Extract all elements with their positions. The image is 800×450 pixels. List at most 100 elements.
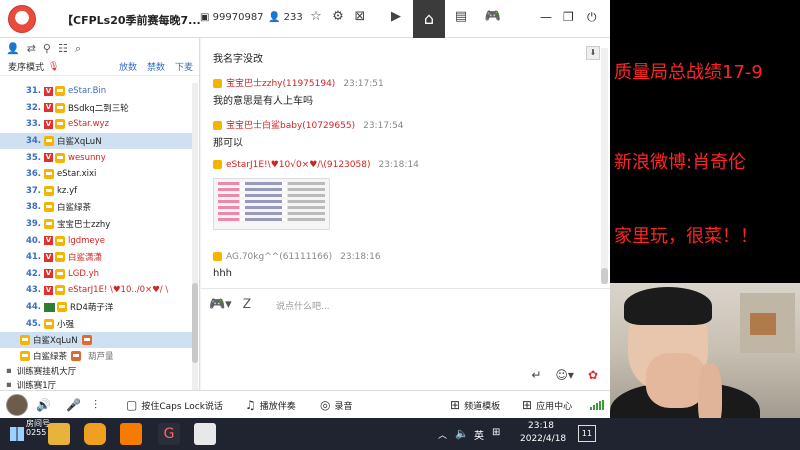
minimize-icon[interactable]: — <box>540 10 552 24</box>
chat-input-field[interactable]: 说点什么吧... <box>276 299 330 312</box>
member-crown-icon <box>55 268 65 279</box>
chat-message-text: 我的意思是有人上车吗 <box>213 96 313 107</box>
overlay-comment-text: 家里玩，很菜！！ <box>614 226 758 247</box>
settings-icon[interactable]: ⚙ <box>328 9 348 24</box>
ime-mode-icon[interactable]: ⊞ <box>492 427 500 438</box>
ime-indicator[interactable]: 英 <box>474 427 484 442</box>
music-label: 播放伴奏 <box>259 401 296 412</box>
flower-gift-icon[interactable]: ✿ <box>588 368 598 382</box>
release-mic-link[interactable]: 放数 <box>119 60 137 73</box>
mic-queue-item[interactable]: 36. eStar.xixi <box>0 166 192 183</box>
gamepad-icon[interactable]: 🎮 <box>483 9 503 24</box>
mic-queue-item[interactable]: 43. VeStarJ1E! \♥10../0×♥/ \ <box>0 282 192 299</box>
member-crown-icon <box>55 119 65 130</box>
windows-start-icon[interactable] <box>10 427 24 441</box>
scroll-down-icon[interactable]: ⬇ <box>586 46 600 60</box>
volume-icon[interactable]: 🔈 <box>455 427 469 440</box>
home-icon[interactable]: ⌂ <box>413 0 445 38</box>
mic-queue-item[interactable]: 34. 白鲨XqLuN <box>0 132 192 150</box>
caps-lock-talk-button[interactable]: ▢ 按住Caps Lock说话 <box>126 398 223 412</box>
emoji-icon[interactable]: ☺▾ <box>555 368 574 382</box>
queue-number: 39. <box>25 219 41 230</box>
gamepad-emoji-icon[interactable]: 🎮▾ <box>209 297 232 312</box>
queue-user-name: eStar.xixi <box>57 169 97 180</box>
file-explorer-icon[interactable] <box>48 423 70 445</box>
leave-mic-link[interactable]: 下麦 <box>175 60 193 73</box>
queue-user-name: kz.yf <box>57 185 78 196</box>
mic-queue-item[interactable]: 39. 宝宝巴士zzhy <box>0 216 192 233</box>
member-crown-icon <box>55 252 65 263</box>
chat-image-thumbnail[interactable] <box>213 178 330 230</box>
mic-queue-item[interactable]: 38. 白鲨绿茶 <box>0 199 192 216</box>
queue-user-name: BSdkq二到三轮 <box>68 103 129 114</box>
chat-scrollbar[interactable] <box>601 48 608 284</box>
notification-center-icon[interactable]: 11 <box>578 425 596 442</box>
play-music-button[interactable]: ♫ 播放伴奏 <box>245 398 296 412</box>
mixer-icon[interactable]: ⫶ <box>94 398 97 413</box>
channel-user-item[interactable]: 白鲨XqLuN <box>0 331 192 348</box>
mic-queue-item[interactable]: 40. Vlgdmeye <box>0 232 192 249</box>
mic-queue-item[interactable]: 32. V BSdkq二到三轮 <box>0 100 192 117</box>
tray-expand-icon[interactable]: ︿ <box>438 428 447 441</box>
vip-icon <box>213 79 222 88</box>
clock-date[interactable]: 2022/4/18 <box>520 434 566 444</box>
send-enter-icon[interactable]: ↵ <box>531 368 541 382</box>
ban-mic-link[interactable]: 禁数 <box>147 60 165 73</box>
mic-queue-item[interactable]: 35. Vwesunny <box>0 149 192 166</box>
close-circle-icon[interactable]: ⊠ <box>350 9 370 24</box>
location-icon[interactable]: ⚲ <box>43 42 51 55</box>
taskbar-app-icon[interactable] <box>120 423 142 445</box>
mic-queue-item[interactable]: 33. VeStar.wyz <box>0 116 192 133</box>
viewer-count-value: 233 <box>283 12 303 23</box>
user-tag: 葫芦量 <box>88 351 114 362</box>
mic-queue-item[interactable]: 41. V 白鲨潇潇 <box>0 249 192 266</box>
chat-history: 我名字没改 ⬇ 宝宝巴士zzhy(11975194) 23:17:51 我的意思是… <box>201 38 610 288</box>
speaker-icon[interactable]: 🔊 <box>36 398 51 412</box>
user-icon[interactable]: 👤 <box>6 42 20 55</box>
panel-scrollbar-thumb[interactable] <box>192 283 198 363</box>
mic-queue-item[interactable]: 45. 小强 <box>0 315 192 332</box>
overlay-record-text: 质量局总战绩17-9 <box>614 62 763 83</box>
chat-input-area: 🎮▾ Ꮓ 说点什么吧... ↵ ☺▾ ✿ <box>201 288 610 390</box>
app-center-button[interactable]: ⊞ 应用中心 <box>522 398 572 412</box>
chat-sender[interactable]: 宝宝巴士zzhy(11975194) <box>226 79 335 89</box>
queue-user-name: RD4萌子洋 <box>70 303 114 314</box>
app-logo-icon[interactable] <box>8 5 36 33</box>
window-app-icon[interactable] <box>194 423 216 445</box>
queue-user-name: 白鲨绿茶 <box>57 203 92 214</box>
mic-mode-bar: 麦序模式 🎙 放数 禁数 下麦 <box>0 58 199 76</box>
power-icon[interactable]: ⏻ <box>587 10 597 25</box>
font-style-icon[interactable]: Ꮓ <box>243 297 251 312</box>
microphone-icon[interactable]: 🎤 <box>66 398 81 412</box>
swap-icon[interactable]: ⇄ <box>27 42 36 55</box>
chat-scrollbar-thumb[interactable] <box>601 268 608 284</box>
chat-sender[interactable]: eStarJ1E!\♥10√0×♥/\(9123058) <box>226 160 370 170</box>
star-icon[interactable]: ☆ <box>306 9 326 24</box>
list-icon[interactable]: ▤ <box>451 9 471 24</box>
clock-time[interactable]: 23:18 <box>528 421 554 431</box>
g-app-icon[interactable]: G <box>158 423 180 445</box>
mic-queue-item[interactable]: 37. kz.yf <box>0 183 192 200</box>
mic-queue-item[interactable]: 31. VeStar.Bin <box>0 83 192 100</box>
member-crown-icon <box>44 136 54 147</box>
panel-scrollbar[interactable] <box>192 83 198 413</box>
yy-app-icon[interactable] <box>84 423 106 445</box>
chat-sender[interactable]: 宝宝巴士白鲨baby(10729655) <box>226 121 355 131</box>
queue-number: 34. <box>25 136 41 147</box>
channel-user-item[interactable]: 白鲨绿茶 葫芦量 <box>0 348 192 364</box>
chat-sender[interactable]: AG.70kg^^(61111166) <box>226 252 332 262</box>
sub-channel-item[interactable]: 训练赛挂机大厅 <box>0 364 192 378</box>
template-icon: ⊞ <box>450 398 461 412</box>
mic-mode-label[interactable]: 麦序模式 <box>8 60 44 73</box>
record-button[interactable]: ◎ 录音 <box>320 398 353 412</box>
search-icon[interactable]: ⌕ <box>75 42 81 55</box>
avatar[interactable] <box>6 394 28 416</box>
mic-icon[interactable]: 🎙 <box>48 62 59 72</box>
mic-queue-item[interactable]: 42. V LGD.yh <box>0 266 192 283</box>
maximize-icon[interactable]: ❐ <box>563 10 574 24</box>
notes-icon[interactable]: ☷ <box>58 42 68 55</box>
video-icon[interactable]: ▶ <box>386 9 406 24</box>
channel-template-button[interactable]: ⊞ 频道模板 <box>450 398 500 412</box>
mic-queue-item[interactable]: 44. RD4萌子洋 <box>0 299 192 316</box>
queue-number: 44. <box>25 302 41 313</box>
